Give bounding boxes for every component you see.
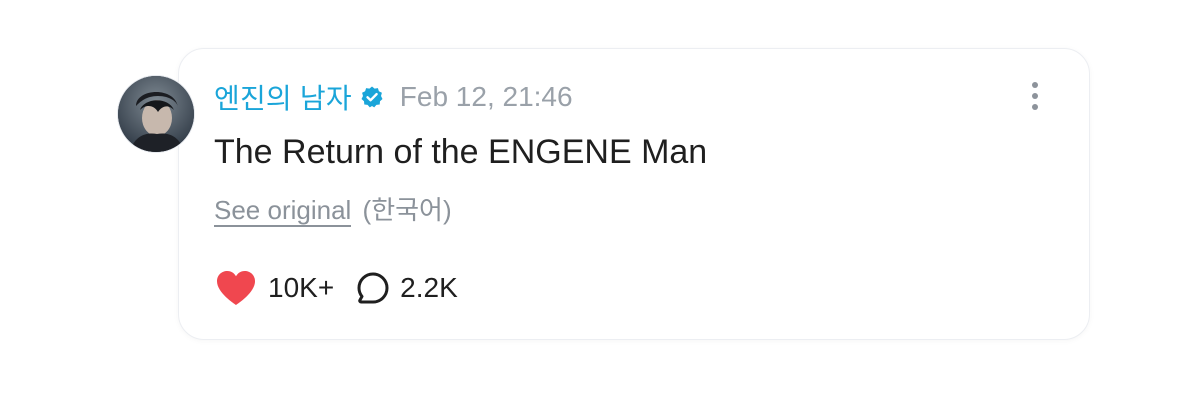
like-count: 10K+ [268,272,335,303]
avatar[interactable] [118,76,194,152]
translation-row: See original (한국어) [214,192,452,228]
avatar-photo [118,76,194,152]
original-language-label: (한국어) [362,195,452,225]
like-button[interactable]: 10K+ [214,268,334,308]
more-vertical-icon[interactable] [1020,78,1050,114]
post-text: The Return of the ENGENE Man [214,133,708,171]
see-original-link[interactable]: See original [214,195,352,227]
post-header: 엔진의 남자 Feb 12, 21:46 [214,80,573,114]
username[interactable]: 엔진의 남자 [214,77,352,117]
screenshot-canvas: 엔진의 남자 Feb 12, 21:46 The Return of the E… [0,0,1200,400]
comment-count: 2.2K [400,272,458,303]
comment-button[interactable]: 2.2K [356,271,458,305]
heart-icon [214,268,258,308]
post-timestamp: Feb 12, 21:46 [399,81,573,112]
comment-bubble-icon [356,271,390,305]
verified-badge-icon [360,85,384,109]
post-actions: 10K+ 2.2K [214,268,458,308]
